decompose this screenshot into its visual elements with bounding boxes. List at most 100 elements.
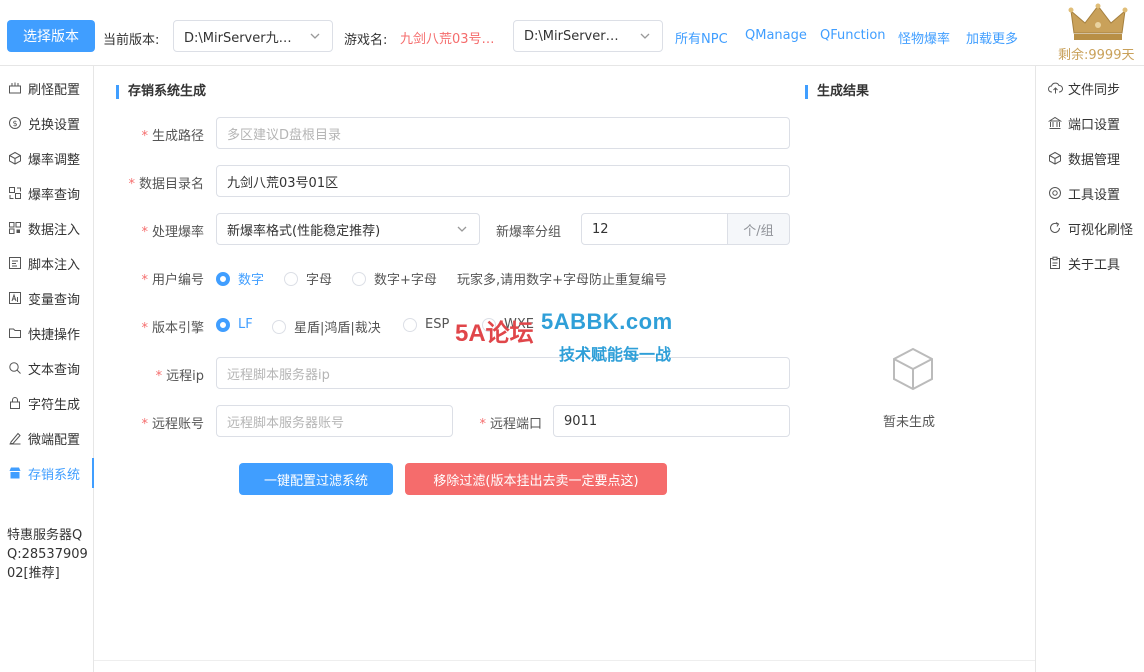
right-item-tool-settings[interactable]: 工具设置 — [1047, 178, 1120, 208]
remaining-days: 剩余:9999天 — [1058, 48, 1135, 63]
watermark-slogan: 技术赋能每一战 — [559, 345, 672, 364]
box-icon — [1047, 150, 1063, 166]
refresh-icon — [1047, 220, 1063, 236]
remote-port-label: * 远程端口 — [479, 417, 542, 432]
gear-icon — [1047, 185, 1063, 201]
empty-result-text: 暂未生成 — [883, 415, 936, 430]
sidebar-item-rate-adjust[interactable]: 爆率调整 — [0, 143, 94, 173]
radio-dot — [216, 271, 230, 286]
right-item-visual-refresh[interactable]: 可视化刷怪 — [1047, 213, 1133, 243]
sidebar-item-label: 爆率查询 — [28, 187, 81, 203]
sidebar-item-label: 爆率调整 — [28, 152, 81, 168]
search-icon — [7, 360, 23, 376]
rate-label: * 处理爆率 — [141, 225, 204, 240]
form-title: 存销系统生成 — [116, 85, 206, 99]
radio-user-no-mixed[interactable]: 数字+字母 — [352, 269, 437, 288]
watermark-logo: 5A论坛 — [455, 320, 534, 347]
bottom-divider — [94, 660, 1035, 661]
link-qfunction[interactable]: QFunction — [820, 28, 886, 43]
cube-icon — [7, 150, 23, 166]
qrcode-icon — [7, 220, 23, 236]
right-item-file-sync[interactable]: 文件同步 — [1047, 73, 1120, 103]
game-path-select[interactable]: D:\MirServer… — [513, 20, 663, 52]
right-sidebar: 文件同步 端口设置 数据管理 工具设置 可视化刷怪 关于工具 — [1035, 66, 1144, 672]
radio-dot — [272, 319, 286, 334]
cloud-sync-icon — [1047, 80, 1063, 96]
right-item-port-settings[interactable]: 端口设置 — [1047, 108, 1120, 138]
script-icon — [7, 255, 23, 271]
empty-box-icon — [893, 347, 933, 391]
sidebar-item-label: 兑换设置 — [28, 117, 81, 133]
rate-select-value: 新爆率格式(性能稳定推荐) — [227, 223, 381, 239]
rate-select[interactable]: 新爆率格式(性能稳定推荐) — [216, 213, 480, 245]
right-item-data-manage[interactable]: 数据管理 — [1047, 143, 1120, 173]
sidebar-item-data-inject[interactable]: 数据注入 — [0, 213, 94, 243]
chevron-down-icon — [638, 29, 652, 43]
current-version-select[interactable]: D:\MirServer九… — [173, 20, 333, 52]
left-sidebar: 刷怪配置 $ 兑换设置 爆率调整 爆率查询 数据注入 脚本注入 变量查询 快捷操… — [0, 66, 94, 672]
user-no-label: * 用户编号 — [141, 273, 204, 288]
folder-icon — [7, 325, 23, 341]
config-filter-button[interactable]: 一键配置过滤系统 — [239, 463, 393, 495]
radio-user-no-digit[interactable]: 数字 — [216, 269, 264, 288]
data-dir-label: * 数据目录名 — [128, 177, 204, 192]
game-name-label: 游戏名: — [344, 33, 388, 48]
radio-engine-lf[interactable]: LF — [216, 317, 253, 332]
path-input[interactable]: 多区建议D盘根目录 — [216, 117, 790, 149]
bank-icon — [1047, 115, 1063, 131]
game-name-value: 九剑八荒03号… — [400, 32, 495, 47]
group-suffix: 个/组 — [728, 213, 790, 245]
sidebar-item-monster-refresh[interactable]: 刷怪配置 — [0, 73, 94, 103]
link-monster-drop-rate[interactable]: 怪物爆率 — [898, 28, 950, 47]
promo-text: 特惠服务器QQ:2853790902[推荐] — [7, 528, 88, 581]
sidebar-item-variable-query[interactable]: 变量查询 — [0, 283, 94, 313]
select-version-button[interactable]: 选择版本 — [7, 20, 95, 52]
radio-dot — [352, 271, 366, 286]
remote-port-input[interactable]: 9011 — [553, 405, 790, 437]
sidebar-item-text-query[interactable]: 文本查询 — [0, 353, 94, 383]
sidebar-item-char-gen[interactable]: 字符生成 — [0, 388, 94, 418]
game-path-value: D:\MirServer… — [524, 28, 619, 44]
right-item-label: 关于工具 — [1068, 257, 1121, 273]
right-item-label: 文件同步 — [1068, 82, 1121, 98]
data-dir-input[interactable]: 九剑八荒03号01区 — [216, 165, 790, 197]
clipboard-icon — [1047, 255, 1063, 271]
remote-account-input[interactable]: 远程脚本服务器账号 — [216, 405, 453, 437]
sidebar-item-rate-query[interactable]: 爆率查询 — [0, 178, 94, 208]
right-item-label: 可视化刷怪 — [1068, 222, 1134, 238]
sidebar-item-label: 快捷操作 — [28, 327, 81, 343]
radio-user-no-letter[interactable]: 字母 — [284, 269, 332, 288]
right-item-label: 工具设置 — [1068, 187, 1121, 203]
link-load-more[interactable]: 加载更多 — [966, 28, 1018, 47]
sidebar-item-micro-client[interactable]: 微端配置 — [0, 423, 94, 453]
engine-label: * 版本引擎 — [141, 321, 204, 336]
remove-filter-button[interactable]: 移除过滤(版本挂出去卖一定要点这) — [405, 463, 667, 495]
link-all-npc[interactable]: 所有NPC — [675, 28, 728, 47]
radio-dot — [403, 317, 417, 332]
result-title: 生成结果 — [805, 85, 869, 99]
radio-dot — [216, 317, 230, 332]
sidebar-item-label: 脚本注入 — [28, 257, 81, 273]
group-input[interactable]: 12 — [581, 213, 728, 245]
sidebar-item-exchange[interactable]: $ 兑换设置 — [0, 108, 94, 138]
watermark: 5A论坛 5ABBK.com 技术赋能每一战 — [455, 305, 695, 375]
sidebar-item-label: 微端配置 — [28, 432, 81, 448]
path-label: * 生成路径 — [141, 129, 204, 144]
remote-account-label: * 远程账号 — [141, 417, 204, 432]
sidebar-item-script-inject[interactable]: 脚本注入 — [0, 248, 94, 278]
right-item-label: 数据管理 — [1068, 152, 1121, 168]
right-item-about[interactable]: 关于工具 — [1047, 248, 1120, 278]
sidebar-item-sales-system[interactable]: 存销系统 — [0, 458, 94, 488]
watermark-site: 5ABBK.com — [541, 309, 673, 334]
shop-icon — [7, 465, 23, 481]
link-qmanage[interactable]: QManage — [745, 28, 807, 43]
sidebar-item-quick-actions[interactable]: 快捷操作 — [0, 318, 94, 348]
svg-text:$: $ — [12, 119, 17, 128]
chevron-down-icon — [455, 222, 469, 236]
sidebar-item-label: 存销系统 — [28, 467, 81, 483]
exchange-icon: $ — [7, 115, 23, 131]
remote-ip-label: * 远程ip — [155, 369, 204, 384]
radio-engine-esp[interactable]: ESP — [403, 317, 449, 332]
current-version-value: D:\MirServer九… — [184, 30, 292, 46]
radio-engine-xingdun[interactable]: 星盾|鸿盾|裁决 — [272, 317, 381, 336]
